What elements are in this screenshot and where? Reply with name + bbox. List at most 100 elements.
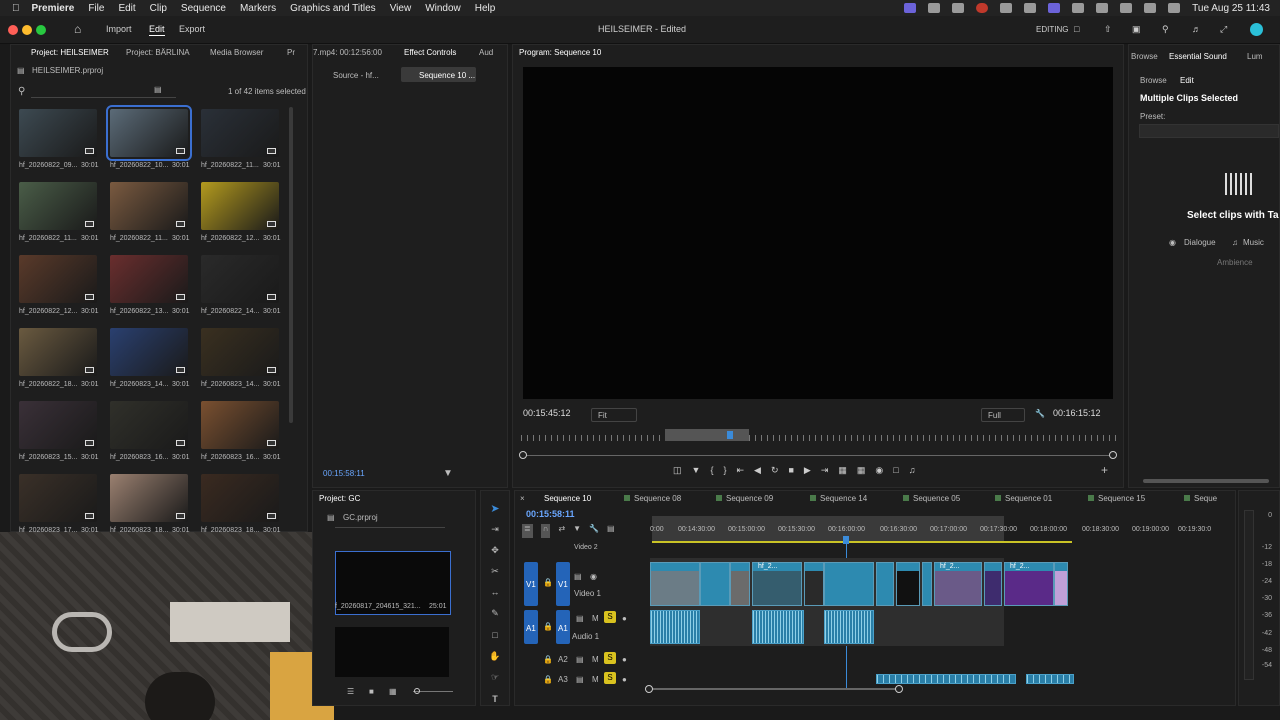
gc-clip-thumb-2[interactable]	[335, 627, 449, 677]
selection-tool-icon[interactable]: ➤	[488, 502, 502, 515]
recording-icon[interactable]	[976, 3, 989, 13]
search-icon[interactable]: ⚲	[18, 86, 25, 97]
clip-thumbnail[interactable]	[19, 474, 97, 522]
playhead-marker[interactable]	[843, 536, 849, 544]
program-title[interactable]: Program: Sequence 10	[519, 48, 601, 57]
clip-thumbnail[interactable]	[201, 109, 279, 157]
add-marker-icon[interactable]: ▼	[573, 524, 581, 538]
timeline-scrollbar[interactable]	[648, 688, 900, 690]
sync-lock-icon[interactable]: ▤	[574, 572, 582, 581]
mic-icon[interactable]: ●	[622, 655, 627, 664]
clip-thumbnail[interactable]	[19, 401, 97, 449]
in-point-icon[interactable]: {	[710, 465, 713, 479]
list-view-icon[interactable]: ☰	[347, 687, 354, 696]
tab-sequence-08-swatch[interactable]: Sequence 08	[624, 494, 681, 503]
slip-icon[interactable]: ↔	[488, 587, 502, 599]
home-icon[interactable]: ⌂	[74, 22, 81, 36]
loop-icon[interactable]: ↻	[771, 465, 779, 479]
audio-clip[interactable]	[1026, 674, 1074, 684]
tab-browser-truncated[interactable]: Browse	[1131, 52, 1158, 61]
preset-dropdown[interactable]	[1139, 124, 1279, 138]
menu-view[interactable]: View	[390, 3, 412, 14]
clip-thumbnail[interactable]	[110, 255, 188, 303]
step-back-icon[interactable]: ◀	[754, 465, 761, 479]
close-window-button[interactable]	[8, 25, 18, 35]
menu-app[interactable]: Premiere	[32, 3, 75, 14]
video-clip[interactable]	[984, 562, 1002, 606]
zoom-handle-right[interactable]	[1109, 451, 1117, 459]
clip-thumbnail[interactable]	[19, 109, 97, 157]
go-in-icon[interactable]: ⇤	[736, 465, 744, 479]
share-icon[interactable]: ⇧	[1104, 24, 1112, 35]
audio-icon[interactable]: ♬	[1192, 24, 1201, 34]
clip-thumbnail[interactable]	[110, 401, 188, 449]
lock-icon[interactable]: 🔒	[543, 675, 553, 684]
timeline-timecode[interactable]: 00:15:58:11	[526, 509, 575, 519]
a1-solo-button[interactable]: S	[604, 611, 616, 623]
stop-icon[interactable]: ■	[788, 465, 793, 479]
menu-clip[interactable]: Clip	[150, 3, 167, 14]
clip-thumbnail[interactable]	[106, 105, 192, 161]
insert-icon[interactable]: ▦	[838, 465, 847, 479]
razor-icon[interactable]: ✂	[488, 566, 502, 578]
search-input[interactable]	[335, 527, 445, 528]
tab-essential-sound[interactable]: Essential Sound	[1169, 52, 1227, 61]
linked-selection-icon[interactable]: ⇄	[558, 524, 565, 538]
freeform-view-icon[interactable]: ▦	[389, 687, 397, 696]
zoom-window-button[interactable]	[36, 25, 46, 35]
tab-sequence-more-swatch[interactable]: Seque	[1184, 494, 1217, 503]
menu-graphics[interactable]: Graphics and Titles	[290, 3, 376, 14]
scrollbar[interactable]	[1143, 479, 1269, 483]
minimize-window-button[interactable]	[22, 25, 32, 35]
pen-icon[interactable]: ✎	[488, 608, 502, 620]
video-clip[interactable]	[922, 562, 932, 606]
keyboard-icon[interactable]	[1072, 3, 1085, 13]
tab-sequence-08[interactable]: Sequence 08	[634, 494, 681, 503]
clock[interactable]: Tue Aug 25 11:43	[1192, 3, 1270, 14]
mic-icon[interactable]: ●	[622, 675, 627, 684]
captions-icon[interactable]: ▤	[607, 524, 615, 538]
camera-icon[interactable]: ◉	[875, 465, 883, 479]
clip-thumbnail[interactable]	[19, 255, 97, 303]
a3-sync-icon[interactable]: ▤	[576, 675, 584, 684]
video-clip[interactable]	[896, 562, 920, 606]
tab-sequence-10[interactable]: Sequence 10	[544, 494, 591, 503]
track-select-icon[interactable]: ⇥	[488, 524, 502, 536]
timeline-settings-icon[interactable]: 🔧	[589, 524, 599, 538]
close-icon[interactable]: ×	[520, 494, 525, 503]
tab-lumetri[interactable]: Lum	[1247, 52, 1263, 61]
video-viewport[interactable]	[523, 67, 1113, 399]
tab-sequence-01-swatch[interactable]: Sequence 01	[995, 494, 1052, 503]
hand-icon[interactable]: ✋	[488, 651, 502, 663]
workspace-export[interactable]: Export	[179, 24, 205, 34]
clip-thumbnail[interactable]	[19, 328, 97, 376]
snap-icon[interactable]: ∩	[540, 524, 551, 538]
workspace-mode[interactable]: EDITING	[1036, 25, 1068, 34]
video-clip[interactable]	[824, 562, 874, 606]
audio-clip[interactable]	[752, 610, 804, 644]
tab-sequence-05-swatch[interactable]: Sequence 05	[903, 494, 960, 503]
project-gc-title[interactable]: Project: GC	[319, 494, 360, 503]
tab-audio[interactable]: Aud	[479, 48, 493, 57]
overwrite-icon[interactable]: ▦	[857, 465, 866, 479]
tab-project-heilseimer[interactable]: Project: HEILSEIMER	[31, 48, 109, 57]
ruler-range[interactable]	[665, 429, 749, 441]
tab-sequence-09-swatch[interactable]: Sequence 09	[716, 494, 773, 503]
ripple-edit-icon[interactable]: ✥	[488, 545, 502, 557]
brightness-icon[interactable]	[1000, 3, 1013, 13]
menu-window[interactable]: Window	[425, 3, 461, 14]
thumb-size-handle[interactable]	[414, 688, 420, 694]
icon-view-icon[interactable]: ■	[369, 687, 374, 696]
a2-solo-button[interactable]: S	[604, 652, 616, 664]
video-clip[interactable]	[700, 562, 730, 606]
video-clip[interactable]	[650, 562, 700, 606]
a2-sync-icon[interactable]: ▤	[576, 655, 584, 664]
time-ruler[interactable]: 0:00 00:14:30:00 00:15:00:00 00:15:30:00 00:…	[650, 526, 1220, 536]
a1-sync-icon[interactable]: ▤	[576, 614, 584, 623]
display-icon[interactable]	[1048, 3, 1061, 13]
insert-sequence-icon[interactable]: ≣	[522, 524, 533, 538]
spotlight-icon[interactable]	[1144, 3, 1157, 13]
go-out-icon[interactable]: ⇥	[821, 465, 829, 479]
dialogue-button[interactable]: Dialogue	[1184, 238, 1216, 247]
hand-tool-icon[interactable]: ☞	[488, 672, 502, 684]
